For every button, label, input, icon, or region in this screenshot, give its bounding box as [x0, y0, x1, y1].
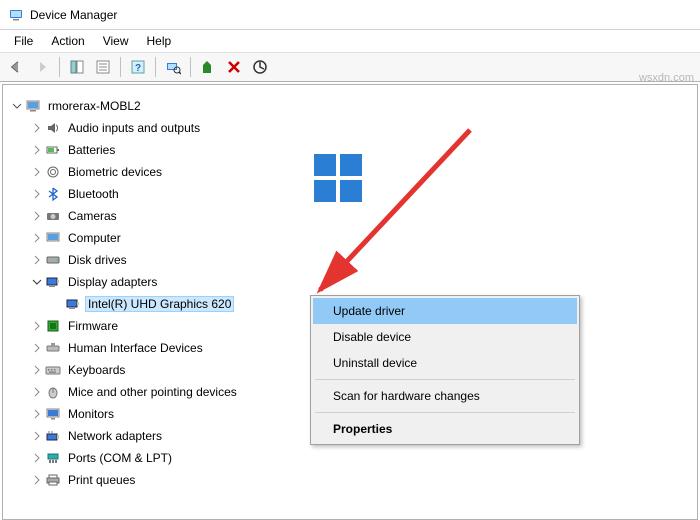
collapse-icon[interactable] [11, 100, 23, 112]
tree-item[interactable]: Audio inputs and outputs [3, 117, 697, 139]
tree-root[interactable]: rmorerax-MOBL2 [3, 95, 697, 117]
disk-icon [45, 252, 61, 268]
menu-view[interactable]: View [95, 32, 137, 50]
help-button[interactable]: ? [126, 55, 150, 79]
biometric-icon [45, 164, 61, 180]
selected-device-label: Intel(R) UHD Graphics 620 [85, 296, 234, 312]
monitor-icon [45, 406, 61, 422]
properties-button[interactable] [91, 55, 115, 79]
tree-item[interactable]: Disk drives [3, 249, 697, 271]
ctx-separator [315, 379, 575, 380]
toolbar-separator [155, 57, 156, 77]
expand-icon[interactable] [31, 342, 43, 354]
display-adapter-icon [45, 274, 61, 290]
expand-icon[interactable] [31, 166, 43, 178]
expand-icon[interactable] [31, 254, 43, 266]
expand-icon[interactable] [31, 474, 43, 486]
toolbar: ? [0, 52, 700, 82]
tree-item[interactable]: Batteries [3, 139, 697, 161]
svg-text:?: ? [135, 63, 141, 74]
expand-icon[interactable] [31, 122, 43, 134]
show-hide-tree-button[interactable] [65, 55, 89, 79]
menu-file[interactable]: File [6, 32, 41, 50]
tree-item-display-adapters[interactable]: Display adapters [3, 271, 697, 293]
toolbar-separator [59, 57, 60, 77]
tree-item[interactable]: Biometric devices [3, 161, 697, 183]
mouse-icon [45, 384, 61, 400]
camera-icon [45, 208, 61, 224]
ctx-update-driver[interactable]: Update driver [313, 298, 577, 324]
keyboard-icon [45, 362, 61, 378]
collapse-icon[interactable] [31, 276, 43, 288]
menubar: File Action View Help [0, 30, 700, 52]
port-icon [45, 450, 61, 466]
hid-icon [45, 340, 61, 356]
menu-help[interactable]: Help [139, 32, 180, 50]
expand-icon[interactable] [31, 232, 43, 244]
expand-icon[interactable] [31, 430, 43, 442]
firmware-icon [45, 318, 61, 334]
back-button[interactable] [4, 55, 28, 79]
app-icon [8, 7, 24, 23]
scan-hardware-button[interactable] [161, 55, 185, 79]
expand-icon[interactable] [31, 210, 43, 222]
ctx-properties[interactable]: Properties [313, 416, 577, 442]
computer-icon [25, 98, 41, 114]
network-icon [45, 428, 61, 444]
ctx-scan-hardware[interactable]: Scan for hardware changes [313, 383, 577, 409]
expand-icon[interactable] [31, 144, 43, 156]
watermark: wsxdn.com [639, 72, 694, 84]
titlebar: Device Manager [0, 0, 700, 30]
toolbar-separator [120, 57, 121, 77]
window-title: Device Manager [30, 8, 117, 22]
disable-device-button[interactable] [248, 55, 272, 79]
ctx-disable-device[interactable]: Disable device [313, 324, 577, 350]
uninstall-device-button[interactable] [222, 55, 246, 79]
ctx-uninstall-device[interactable]: Uninstall device [313, 350, 577, 376]
forward-button[interactable] [30, 55, 54, 79]
display-adapter-icon [65, 296, 81, 312]
audio-icon [45, 120, 61, 136]
expand-icon[interactable] [31, 452, 43, 464]
bluetooth-icon [45, 186, 61, 202]
context-menu: Update driver Disable device Uninstall d… [310, 295, 580, 445]
expand-icon[interactable] [31, 188, 43, 200]
tree-item[interactable]: Ports (COM & LPT) [3, 447, 697, 469]
menu-action[interactable]: Action [43, 32, 92, 50]
ctx-separator [315, 412, 575, 413]
expand-icon[interactable] [31, 408, 43, 420]
tree-item[interactable]: Print queues [3, 469, 697, 491]
toolbar-separator [190, 57, 191, 77]
tree-root-label: rmorerax-MOBL2 [45, 98, 144, 114]
expand-icon[interactable] [31, 320, 43, 332]
battery-icon [45, 142, 61, 158]
update-driver-button[interactable] [196, 55, 220, 79]
printer-icon [45, 472, 61, 488]
expand-icon[interactable] [31, 364, 43, 376]
expand-icon[interactable] [31, 386, 43, 398]
computer-icon [45, 230, 61, 246]
tree-item[interactable]: Computer [3, 227, 697, 249]
tree-item[interactable]: Bluetooth [3, 183, 697, 205]
tree-item[interactable]: Cameras [3, 205, 697, 227]
